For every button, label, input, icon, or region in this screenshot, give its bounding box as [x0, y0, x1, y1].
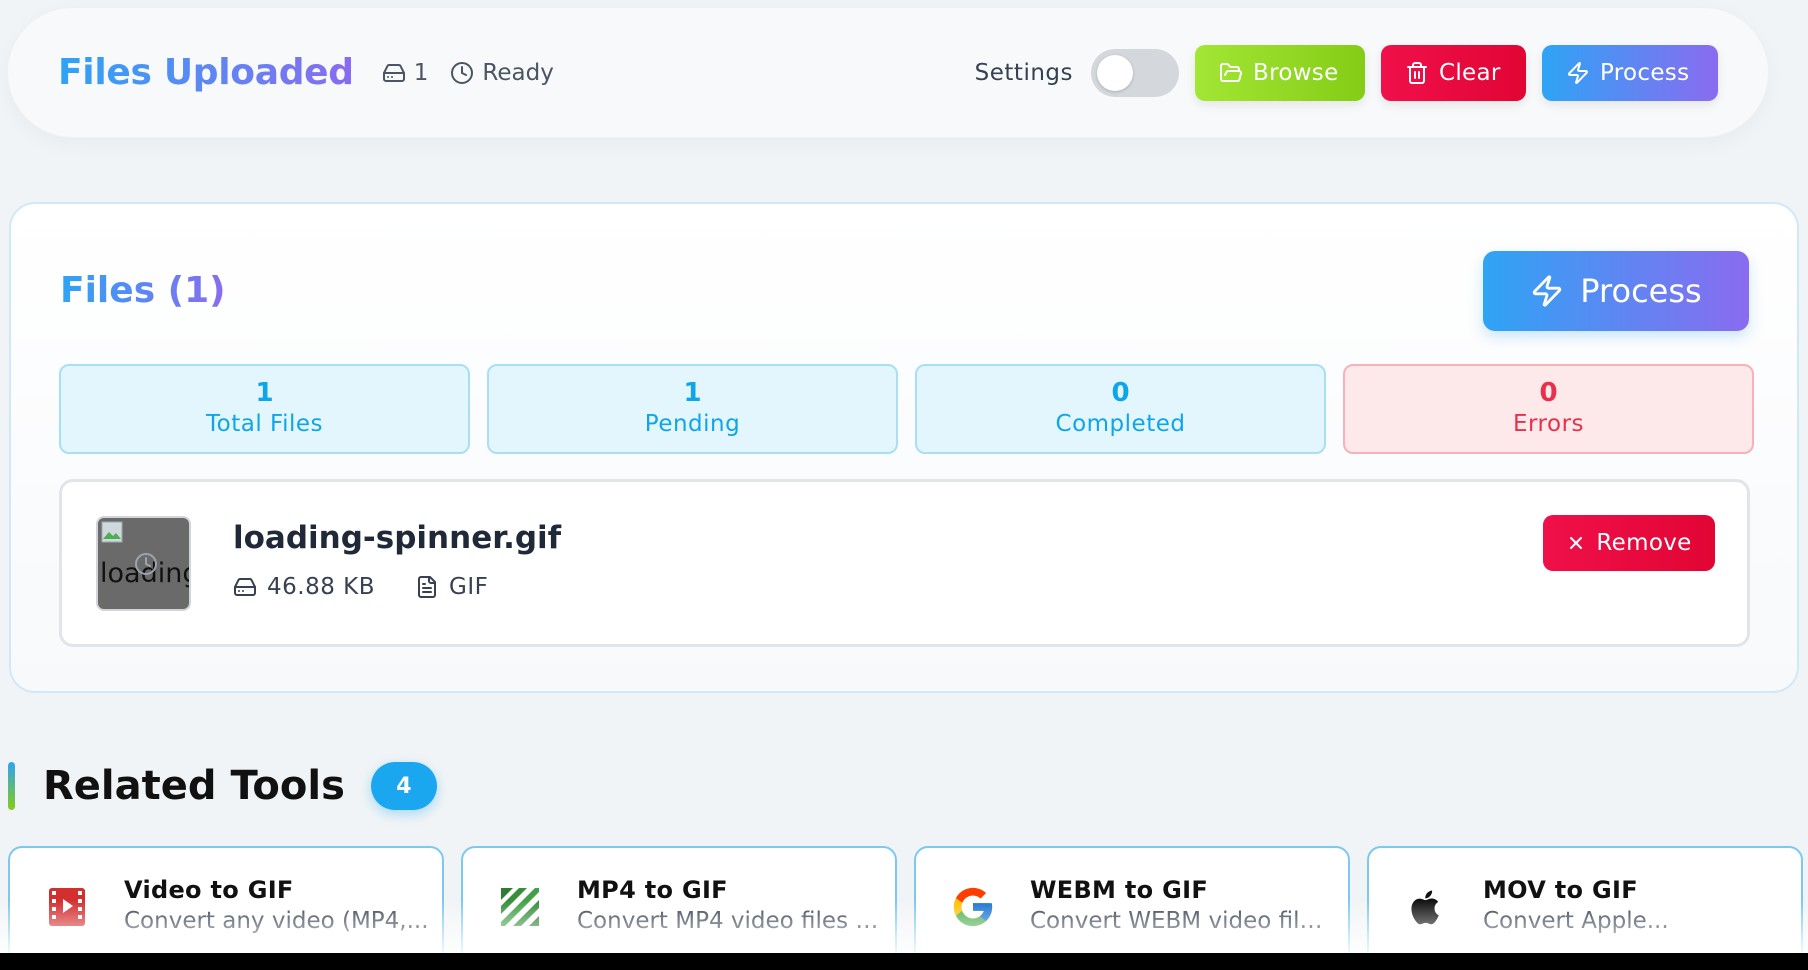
files-title: Files (1)	[60, 270, 226, 311]
file-meta: 46.88 KB GIF	[233, 574, 488, 600]
stat-total-files: 1 Total Files	[59, 364, 470, 454]
tool-name: WEBM to GIF	[1030, 876, 1209, 904]
process-label: Process	[1600, 59, 1690, 86]
file-count-indicator: 1	[382, 59, 429, 86]
file-count: 1	[413, 59, 429, 86]
header-actions: Settings Browse Clear Process	[974, 44, 1718, 101]
tool-card-video-to-gif[interactable]: Video to GIF Convert any video (MP4,...	[8, 846, 444, 966]
process-files-label: Process	[1580, 272, 1702, 310]
clock-icon	[451, 61, 474, 84]
file-type: GIF	[449, 574, 489, 600]
files-panel: Files (1) Process 1 Total Files 1 Pendin…	[9, 202, 1799, 693]
clock-icon	[135, 553, 157, 575]
stat-label: Completed	[1055, 411, 1186, 437]
remove-label: Remove	[1596, 530, 1692, 556]
clear-label: Clear	[1439, 59, 1501, 86]
apple-icon	[1411, 890, 1439, 925]
file-size: 46.88 KB	[267, 574, 376, 600]
related-tools-count-badge: 4	[370, 762, 437, 810]
tool-name: MOV to GIF	[1483, 876, 1638, 904]
stat-value: 1	[683, 378, 702, 408]
bottom-strip	[0, 953, 1808, 970]
hard-drive-icon	[234, 578, 256, 596]
tool-name: Video to GIF	[124, 876, 294, 904]
remove-file-button[interactable]: Remove	[1543, 515, 1715, 571]
zap-icon	[1533, 275, 1562, 307]
tool-description: Convert WEBM video files...	[1030, 908, 1335, 934]
stat-label: Pending	[644, 411, 741, 437]
page-title: Files Uploaded	[58, 52, 354, 93]
section-accent-bar	[8, 762, 15, 810]
stat-value: 0	[1539, 378, 1558, 408]
file-text-icon	[418, 576, 437, 598]
status-indicator: Ready	[450, 59, 554, 86]
browse-label: Browse	[1253, 59, 1339, 86]
stat-value: 0	[1111, 378, 1130, 408]
stat-value: 1	[255, 378, 274, 408]
trash-icon	[1407, 61, 1427, 84]
video-film-icon	[49, 888, 85, 926]
file-thumbnail: loading	[96, 516, 191, 611]
related-tools-title: Related Tools	[43, 763, 345, 809]
zap-icon	[1568, 61, 1588, 84]
stats-row: 1 Total Files 1 Pending 0 Completed 0 Er…	[59, 364, 1754, 454]
settings-toggle[interactable]	[1091, 48, 1179, 97]
clear-button[interactable]: Clear	[1381, 44, 1526, 101]
tool-description: Convert MP4 video files t...	[577, 908, 882, 934]
tool-description: Convert Apple...	[1483, 908, 1669, 934]
status-text: Ready	[482, 59, 554, 86]
file-item: loading loading-spinner.gif 46.88 KB GIF…	[59, 479, 1750, 647]
related-tools-header: Related Tools 4	[8, 762, 437, 810]
tool-name: MP4 to GIF	[577, 876, 728, 904]
tool-card-webm-to-gif[interactable]: WEBM to GIF Convert WEBM video files...	[914, 846, 1350, 966]
google-icon	[953, 887, 993, 927]
header-meta: 1 Ready	[382, 60, 576, 86]
stat-label: Errors	[1512, 411, 1585, 437]
folder-open-icon	[1220, 62, 1242, 82]
stat-completed: 0 Completed	[915, 364, 1326, 454]
process-files-button[interactable]: Process	[1483, 251, 1749, 331]
stat-errors: 0 Errors	[1343, 364, 1754, 454]
stat-pending: 1 Pending	[487, 364, 898, 454]
stat-label: Total Files	[206, 411, 323, 437]
broken-image-icon	[101, 521, 123, 543]
tool-card-mov-to-gif[interactable]: MOV to GIF Convert Apple...	[1367, 846, 1803, 966]
related-tools-list: Video to GIF Convert any video (MP4,... …	[8, 846, 1803, 966]
top-header-bar: Files Uploaded 1 Ready Settings Browse C…	[7, 7, 1769, 138]
close-icon	[1570, 536, 1583, 550]
browse-button[interactable]: Browse	[1195, 44, 1365, 101]
settings-label: Settings	[974, 59, 1073, 86]
tool-card-mp4-to-gif[interactable]: MP4 to GIF Convert MP4 video files t...	[461, 846, 897, 966]
ffmpeg-icon	[501, 888, 539, 926]
hard-drive-icon	[382, 63, 405, 82]
tool-description: Convert any video (MP4,...	[124, 908, 429, 934]
toggle-knob	[1097, 54, 1133, 91]
file-name: loading-spinner.gif	[233, 520, 562, 556]
process-button[interactable]: Process	[1542, 44, 1718, 101]
